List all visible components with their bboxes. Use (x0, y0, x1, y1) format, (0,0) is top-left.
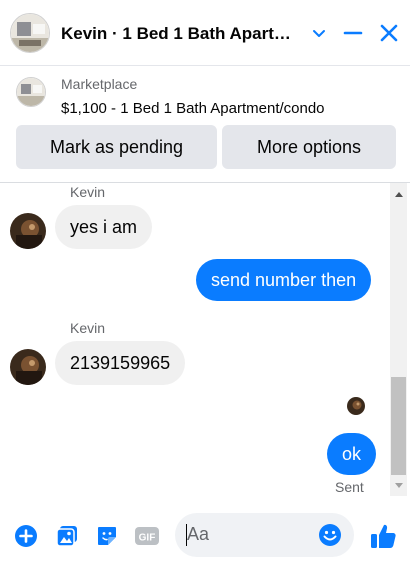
message-status: Sent (335, 479, 364, 495)
read-receipt-avatar (347, 397, 365, 415)
scroll-down-arrow-icon[interactable] (390, 477, 407, 494)
more-options-button[interactable]: More options (222, 125, 396, 169)
gif-icon[interactable]: GIF (134, 523, 160, 549)
scrollbar[interactable] (390, 183, 407, 496)
message-composer: GIF Aa (0, 496, 410, 572)
message-bubble-incoming[interactable]: yes i am (55, 205, 153, 249)
avatar[interactable] (10, 349, 46, 385)
message-bubble-outgoing[interactable]: send number then (196, 259, 372, 301)
marketplace-label: Marketplace (61, 76, 138, 92)
conversation-title[interactable]: Kevin · 1 Bed 1 Bath Apart… (61, 24, 297, 44)
avatar[interactable] (10, 213, 46, 249)
sticker-icon[interactable] (94, 523, 120, 549)
emoji-icon[interactable] (318, 523, 342, 547)
listing-photo-avatar[interactable] (10, 13, 50, 53)
scrollbar-thumb[interactable] (391, 377, 406, 475)
chevron-down-icon[interactable] (306, 20, 332, 46)
scroll-up-arrow-icon[interactable] (390, 185, 407, 202)
message-input-placeholder: Aa (187, 524, 210, 544)
minimize-icon[interactable] (340, 20, 366, 46)
marketplace-card: Marketplace $1,100 - 1 Bed 1 Bath Apartm… (0, 67, 410, 183)
message-input[interactable]: Aa (175, 513, 354, 557)
message-list[interactable]: Kevin yes i am send number then Kevin 21… (0, 183, 410, 496)
listing-thumbnail[interactable] (16, 77, 46, 107)
listing-description[interactable]: $1,100 - 1 Bed 1 Bath Apartment/condo (61, 100, 325, 117)
sender-name: Kevin (70, 184, 106, 200)
photo-icon[interactable] (54, 523, 80, 549)
thumbs-up-icon[interactable] (368, 521, 398, 551)
mark-as-pending-button[interactable]: Mark as pending (16, 125, 217, 169)
sender-name: Kevin (70, 320, 106, 336)
chat-header: Kevin · 1 Bed 1 Bath Apart… (0, 0, 410, 66)
plus-icon[interactable] (13, 523, 39, 549)
svg-text:GIF: GIF (139, 533, 156, 544)
message-bubble-incoming[interactable]: 2139159965 (55, 341, 186, 385)
message-bubble-outgoing[interactable]: ok (327, 433, 377, 475)
close-icon[interactable] (376, 20, 402, 46)
